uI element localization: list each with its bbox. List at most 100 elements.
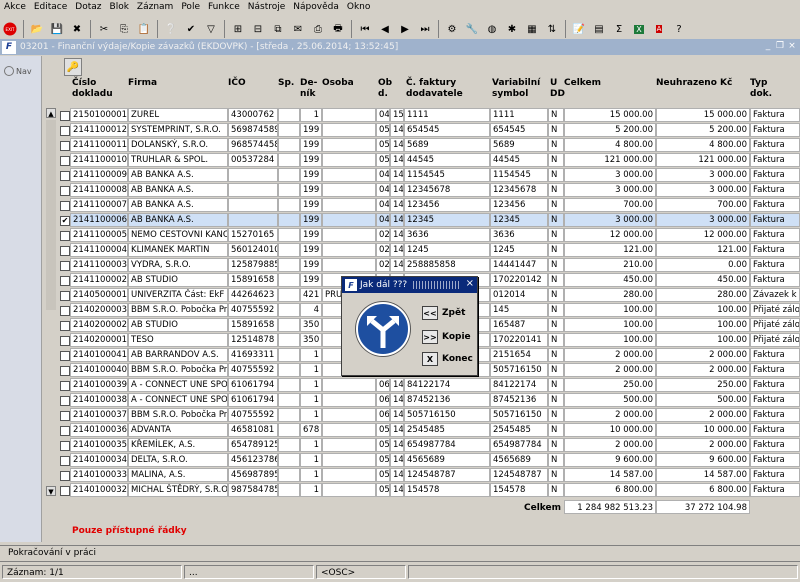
cell-celkem[interactable]: 100.00 — [564, 333, 656, 347]
cell-typ[interactable]: Přijaté záloh — [750, 333, 800, 347]
cell-denik[interactable]: 1 — [300, 378, 322, 392]
cell-ico[interactable]: 40755592 — [228, 408, 278, 422]
cell-d[interactable]: 14 — [390, 453, 404, 467]
cell-cislo[interactable]: 2141100012 — [70, 123, 128, 137]
cell-denik[interactable]: 199 — [300, 138, 322, 152]
cell-celkem[interactable]: 4 800.00 — [564, 138, 656, 152]
cell-cislo[interactable]: 2141100010 — [70, 153, 128, 167]
cell-typ[interactable]: Faktura — [750, 138, 800, 152]
cell-faktura[interactable]: 5689 — [404, 138, 490, 152]
cell-faktura[interactable]: 505716150 — [404, 408, 490, 422]
cell-celkem[interactable]: 500.00 — [564, 393, 656, 407]
cell-d[interactable]: 14 — [390, 423, 404, 437]
cell-cislo[interactable]: 2141100011 — [70, 138, 128, 152]
row-checkbox[interactable] — [60, 156, 70, 166]
table-row[interactable]: 2140100032 MICHAL ŠTĚDRÝ, S.R.O 987584785 1… — [42, 483, 800, 498]
row-checkbox[interactable] — [60, 426, 70, 436]
cell-sp[interactable] — [278, 258, 300, 272]
cell-udd[interactable]: N — [548, 183, 564, 197]
cell-udd[interactable]: N — [548, 138, 564, 152]
menu-item[interactable]: Záznam — [133, 0, 177, 15]
row-checkbox[interactable] — [60, 351, 70, 361]
cell-celkem[interactable]: 2 000.00 — [564, 363, 656, 377]
row-checkbox[interactable] — [60, 381, 70, 391]
cell-d[interactable]: 14 — [390, 153, 404, 167]
cell-ico[interactable]: 61061794 — [228, 378, 278, 392]
cell-typ[interactable]: Přijaté záloh — [750, 318, 800, 332]
cell-vs[interactable]: 1111 — [490, 108, 548, 122]
cell-ob[interactable]: 02 — [376, 228, 390, 242]
cell-osoba[interactable] — [322, 228, 376, 242]
cell-ico[interactable]: 125879885 — [228, 258, 278, 272]
cell-neuhr[interactable]: 6 800.00 — [656, 483, 750, 497]
cell-udd[interactable]: N — [548, 243, 564, 257]
cell-udd[interactable]: N — [548, 333, 564, 347]
cell-d[interactable]: 14 — [390, 483, 404, 497]
cell-faktura[interactable]: 3636 — [404, 228, 490, 242]
cell-cislo[interactable]: 2140100038 — [70, 393, 128, 407]
cell-neuhr[interactable]: 3 000.00 — [656, 183, 750, 197]
cell-denik[interactable]: 1 — [300, 393, 322, 407]
cell-vs[interactable]: 3636 — [490, 228, 548, 242]
cell-celkem[interactable]: 3 000.00 — [564, 213, 656, 227]
cell-d[interactable]: 14 — [390, 438, 404, 452]
cell-firma[interactable]: DELTA, S.R.O. — [128, 453, 228, 467]
cell-d[interactable]: 14 — [390, 408, 404, 422]
cell-cislo[interactable]: 2140100041 — [70, 348, 128, 362]
last-record-icon[interactable]: ⏭ — [417, 21, 433, 37]
table-icon[interactable]: ▤ — [591, 21, 607, 37]
cell-firma[interactable]: DOLANSKÝ, S.R.O. — [128, 138, 228, 152]
exit-icon[interactable]: EXIT — [2, 21, 18, 37]
cell-vs[interactable]: 2545485 — [490, 423, 548, 437]
menu-item[interactable]: Pole — [177, 0, 204, 15]
cell-neuhr[interactable]: 121.00 — [656, 243, 750, 257]
cell-vs[interactable]: 1154545 — [490, 168, 548, 182]
cell-denik[interactable]: 1 — [300, 483, 322, 497]
cell-udd[interactable]: N — [548, 408, 564, 422]
cell-faktura[interactable]: 1245 — [404, 243, 490, 257]
cell-firma[interactable]: BBM S.R.O. Pobočka Pral — [128, 363, 228, 377]
cell-d[interactable]: 14 — [390, 183, 404, 197]
cell-typ[interactable]: Faktura — [750, 423, 800, 437]
cell-udd[interactable]: N — [548, 213, 564, 227]
cell-denik[interactable]: 199 — [300, 198, 322, 212]
cell-ob[interactable]: 05 — [376, 438, 390, 452]
cell-ico[interactable]: 15891658 — [228, 273, 278, 287]
table-row[interactable]: 2141100009 AB BANKA A.S. 199 04 14 1154545 115… — [42, 168, 800, 183]
cell-osoba[interactable] — [322, 243, 376, 257]
cell-sp[interactable] — [278, 303, 300, 317]
cell-neuhr[interactable]: 280.00 — [656, 288, 750, 302]
cell-sp[interactable] — [278, 198, 300, 212]
cell-sp[interactable] — [278, 213, 300, 227]
row-checkbox[interactable] — [60, 471, 70, 481]
row-checkbox[interactable] — [60, 186, 70, 196]
cell-sp[interactable] — [278, 378, 300, 392]
paste-icon[interactable]: 📋 — [136, 21, 152, 37]
save-icon[interactable]: 💾 — [49, 21, 65, 37]
cell-sp[interactable] — [278, 138, 300, 152]
cell-celkem[interactable]: 210.00 — [564, 258, 656, 272]
cell-ico[interactable]: 12514878 — [228, 333, 278, 347]
cell-sp[interactable] — [278, 348, 300, 362]
cell-celkem[interactable]: 280.00 — [564, 288, 656, 302]
cell-typ[interactable]: Faktura — [750, 198, 800, 212]
row-checkbox[interactable] — [60, 201, 70, 211]
cell-ico[interactable]: 5601240100 — [228, 243, 278, 257]
cell-typ[interactable]: Faktura — [750, 438, 800, 452]
cell-celkem[interactable]: 100.00 — [564, 303, 656, 317]
cell-firma[interactable]: AB BANKA A.S. — [128, 198, 228, 212]
cell-neuhr[interactable]: 3 000.00 — [656, 213, 750, 227]
cell-sp[interactable] — [278, 243, 300, 257]
cell-sp[interactable] — [278, 483, 300, 497]
row-checkbox[interactable] — [60, 231, 70, 241]
cell-ob[interactable]: 04 — [376, 168, 390, 182]
cell-typ[interactable]: Faktura — [750, 393, 800, 407]
cell-cislo[interactable]: 2141100006 — [70, 213, 128, 227]
cell-firma[interactable]: A - CONNECT UNE SPOL. — [128, 378, 228, 392]
cell-faktura[interactable]: 2545485 — [404, 423, 490, 437]
cell-cislo[interactable]: 2141100008 — [70, 183, 128, 197]
cell-denik[interactable]: 199 — [300, 153, 322, 167]
cell-d[interactable]: 14 — [390, 378, 404, 392]
cell-firma[interactable]: A - CONNECT UNE SPOL. — [128, 393, 228, 407]
cell-udd[interactable]: N — [548, 468, 564, 482]
